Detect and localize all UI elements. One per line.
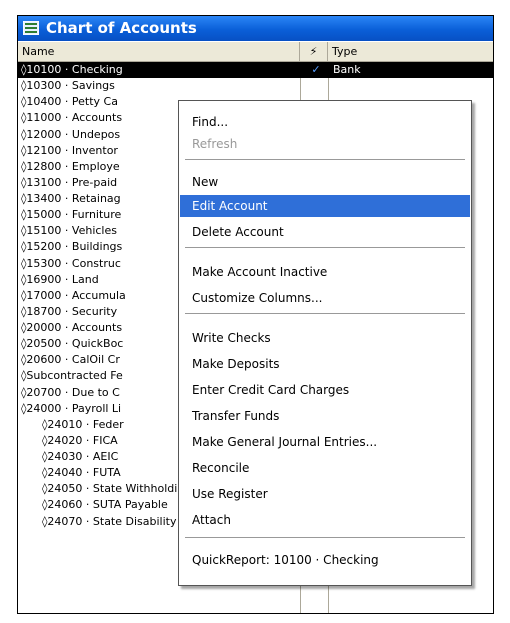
account-type: Bank bbox=[333, 63, 361, 76]
column-header: Name ⚡ Type bbox=[18, 42, 493, 62]
menu-item-transfer-funds[interactable]: Transfer Funds bbox=[180, 405, 470, 427]
online-status-column-icon[interactable]: ⚡ bbox=[300, 42, 328, 61]
account-name: ◊10300 · Savings bbox=[21, 79, 115, 93]
menu-item-reconcile[interactable]: Reconcile bbox=[180, 457, 470, 479]
menu-item-refresh[interactable]: Refresh bbox=[180, 133, 470, 155]
table-row[interactable]: ◊10300 · Savings bbox=[18, 78, 493, 94]
table-row[interactable]: ◊10100 · Checking ✓ Bank bbox=[18, 62, 493, 79]
menu-item-edit-account[interactable]: Edit Account bbox=[180, 195, 470, 217]
menu-item-attach[interactable]: Attach bbox=[180, 509, 470, 531]
checkmark-icon: ✓ bbox=[311, 63, 321, 76]
menu-item-find[interactable]: Find... bbox=[180, 111, 470, 133]
title-bar[interactable]: Chart of Accounts bbox=[18, 16, 493, 41]
menu-separator bbox=[185, 537, 465, 538]
menu-item-make-account-inactive[interactable]: Make Account Inactive bbox=[180, 261, 470, 283]
menu-item-enter-credit-card-charges[interactable]: Enter Credit Card Charges bbox=[180, 379, 470, 401]
menu-item-customize-columns[interactable]: Customize Columns... bbox=[180, 287, 470, 309]
menu-separator bbox=[185, 313, 465, 314]
context-menu: Find... Refresh New Edit Account Delete Acco… bbox=[178, 100, 472, 586]
menu-item-use-register[interactable]: Use Register bbox=[180, 483, 470, 505]
menu-item-write-checks[interactable]: Write Checks bbox=[180, 327, 470, 349]
menu-item-make-deposits[interactable]: Make Deposits bbox=[180, 353, 470, 375]
menu-item-delete-account[interactable]: Delete Account bbox=[180, 221, 470, 243]
menu-item-quickreport[interactable]: QuickReport: 10100 · Checking bbox=[180, 549, 470, 571]
menu-item-new[interactable]: New bbox=[180, 171, 470, 193]
account-name: ◊10100 · Checking bbox=[21, 63, 123, 76]
menu-separator bbox=[185, 247, 465, 248]
chart-of-accounts-window: Chart of Accounts Name ⚡ Type ◊10100 · C… bbox=[17, 15, 494, 614]
window-title: Chart of Accounts bbox=[46, 19, 197, 37]
menu-item-make-general-journal-entries[interactable]: Make General Journal Entries... bbox=[180, 431, 470, 453]
menu-separator bbox=[185, 159, 465, 160]
column-type-header[interactable]: Type bbox=[328, 42, 493, 61]
column-name-header[interactable]: Name bbox=[18, 42, 300, 61]
list-icon bbox=[23, 21, 39, 35]
